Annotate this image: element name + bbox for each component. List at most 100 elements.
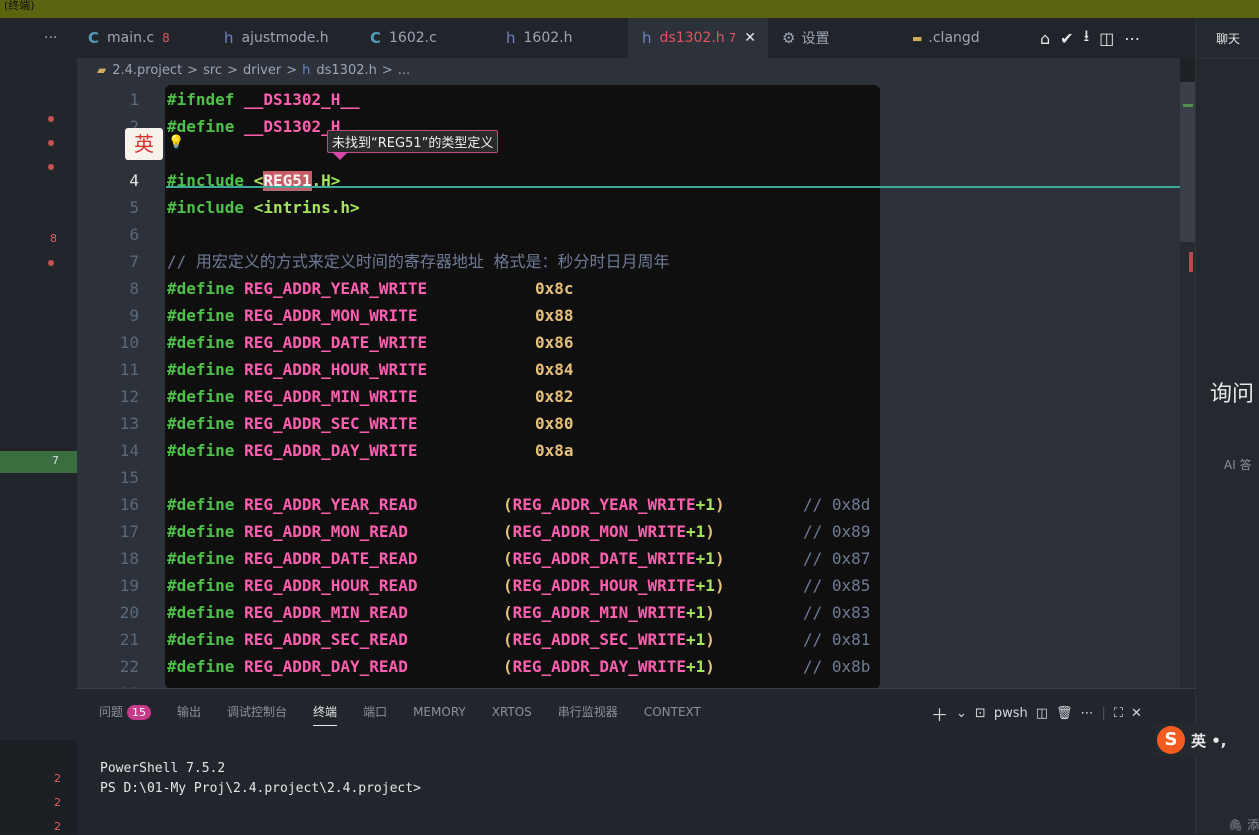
tab-main-c[interactable]: C main.c 8 [88, 18, 196, 58]
tooltip-arrow [332, 152, 348, 160]
tab-terminal[interactable]: 终端 [313, 703, 338, 726]
breakpoint-dot [48, 164, 54, 170]
tab-ds1302-h[interactable]: h ds1302.h 7 ✕ [628, 18, 768, 58]
tab-problems[interactable]: 问题 15 [99, 703, 152, 721]
breadcrumb-item[interactable]: ds1302.h [316, 63, 376, 78]
gutter-count: 2 [54, 796, 61, 809]
code-line: #include <intrins.h> [167, 198, 360, 217]
more-actions-icon[interactable]: ⋯ [1124, 29, 1140, 48]
tab-1602-h[interactable]: h 1602.h [506, 18, 606, 58]
terminal-output[interactable]: PowerShell 7.5.2 PS D:\01-My Proj\2.4.pr… [100, 759, 421, 799]
line-number: 18 [119, 549, 139, 568]
line-number: 15 [119, 468, 139, 487]
bottom-panel: 问题 15 输出 调试控制台 终端 端口 MEMORY XRTOS 串行监视器 C… [77, 688, 1195, 835]
breadcrumb-item[interactable]: 2.4.project [112, 63, 182, 78]
new-terminal-icon[interactable]: ＋ [931, 701, 948, 726]
line-number: 22 [119, 657, 139, 676]
tab-ajustmode-h[interactable]: h ajustmode.h [224, 18, 354, 58]
tab-label: ajustmode.h [241, 30, 329, 46]
line-number: 1 [129, 90, 139, 109]
code-line: #define REG_ADDR_HOUR_READ (REG_ADDR_HOUR… [167, 576, 871, 595]
code-editor[interactable]: 1234567891011121314151617181920212223 #i… [77, 82, 1180, 688]
tab-overflow-button[interactable]: ··· [44, 18, 74, 58]
left-gutter-bottom: 2 2 2 [0, 740, 77, 834]
line-number: 20 [119, 603, 139, 622]
more-icon[interactable]: ⋯ [1081, 706, 1094, 721]
chevron-down-icon[interactable]: ⌄ [956, 706, 967, 721]
chevron-right-icon: > [286, 62, 298, 78]
maximize-icon[interactable]: ⛶ [1114, 706, 1123, 721]
lightbulb-icon[interactable]: 💡 [168, 136, 184, 150]
window-title-strip: (终端) [0, 0, 1259, 18]
breadcrumb-item[interactable]: src [203, 63, 222, 78]
tab-label: main.c [107, 30, 155, 46]
chat-panel-title[interactable]: 聊天 [1216, 30, 1240, 47]
tab-context[interactable]: CONTEXT [644, 703, 701, 721]
tab-label: ds1302.h [659, 30, 725, 46]
scroll-marker [1183, 104, 1193, 107]
ime-toolbar[interactable]: S 英 •, [1155, 724, 1259, 756]
line-number: 13 [119, 414, 139, 433]
code-line: #define REG_ADDR_YEAR_READ (REG_ADDR_YEAR… [167, 495, 871, 514]
cursor-line [166, 186, 1194, 188]
chat-heading: 询问 [1210, 382, 1255, 407]
line-number: 6 [129, 225, 139, 244]
tab-clangd[interactable]: ▬ .clangd [912, 18, 1012, 58]
tab-xrtos[interactable]: XRTOS [492, 703, 532, 721]
breadcrumb-item[interactable]: ... [398, 63, 410, 78]
unresolved-include[interactable]: REG51 [263, 171, 312, 191]
code-line: #define REG_ADDR_MIN_READ (REG_ADDR_MIN_W… [167, 603, 871, 622]
terminal-icon: ⊡ [974, 706, 986, 721]
breadcrumb-item[interactable]: driver [243, 63, 281, 78]
tab-1602-c[interactable]: C 1602.c [370, 18, 480, 58]
header-file-icon: h [642, 29, 652, 47]
tab-settings[interactable]: ⚙ 设置 [782, 18, 862, 58]
download-icon[interactable]: ⭳ [1084, 25, 1090, 52]
line-number: 19 [119, 576, 139, 595]
code-line: // 用宏定义的方式来定义时间的寄存器地址 格式是：秒分时日月周年 [167, 252, 670, 271]
shell-name[interactable]: pwsh [994, 706, 1028, 721]
close-icon[interactable]: ✕ [744, 30, 756, 46]
check-icon[interactable]: ✔ [1060, 29, 1073, 48]
attach-label: 添 [1247, 818, 1259, 832]
editor-tab-bar: ··· C main.c 8 h ajustmode.h C 1602.c h … [0, 18, 1195, 58]
close-icon[interactable]: ✕ [1131, 706, 1142, 721]
tab-label: 设置 [801, 31, 830, 47]
code-line: #define __DS1302_H__ [167, 117, 360, 136]
problem-count: 8 [162, 31, 170, 45]
gutter-count: 2 [54, 772, 61, 785]
sogou-logo-icon: S [1157, 726, 1185, 754]
tab-output[interactable]: 输出 [177, 703, 201, 721]
code-line: #define REG_ADDR_MON_WRITE 0x88 [167, 306, 574, 325]
tab-ports[interactable]: 端口 [363, 703, 387, 721]
chat-panel: 聊天 询问 AI 答 🖇 添 [1195, 18, 1259, 834]
line-number: 17 [119, 522, 139, 541]
line-number: 8 [129, 279, 139, 298]
split-terminal-icon[interactable]: ◫ [1036, 706, 1048, 721]
chat-subtext: AI 答 [1224, 458, 1252, 472]
tab-serial-monitor[interactable]: 串行监视器 [558, 703, 618, 721]
tab-label: .clangd [928, 30, 980, 46]
attach-button[interactable]: 🖇 添 [1228, 816, 1259, 833]
title-fragment: (终端) [4, 0, 35, 12]
line-number: 16 [119, 495, 139, 514]
code-line: #define REG_ADDR_DATE_WRITE 0x86 [167, 333, 574, 352]
tab-debug-console[interactable]: 调试控制台 [227, 703, 287, 721]
trash-icon[interactable]: 🗑 [1056, 706, 1073, 721]
ime-mode-badge[interactable]: 英 [125, 128, 163, 160]
problem-badge: 15 [127, 705, 152, 720]
code-line: #define REG_ADDR_MON_READ (REG_ADDR_MON_W… [167, 522, 871, 541]
editor-scrollbar[interactable] [1180, 82, 1195, 688]
code-line: #ifndef __DS1302_H__ [167, 90, 360, 109]
code-line: #define REG_ADDR_HOUR_WRITE 0x84 [167, 360, 574, 379]
split-editor-icon[interactable]: ◫ [1099, 29, 1114, 48]
tab-memory[interactable]: MEMORY [413, 703, 466, 721]
explorer-icon[interactable]: ⌂ [1040, 29, 1050, 48]
line-number: 23 [77, 680, 139, 688]
divider: | [1101, 706, 1106, 721]
tab-label: 1602.c [389, 30, 437, 46]
code-lines: #ifndef __DS1302_H__ #define __DS1302_H_… [167, 86, 882, 688]
settings-icon: ⚙ [782, 29, 796, 47]
gutter-count: 2 [54, 820, 61, 833]
